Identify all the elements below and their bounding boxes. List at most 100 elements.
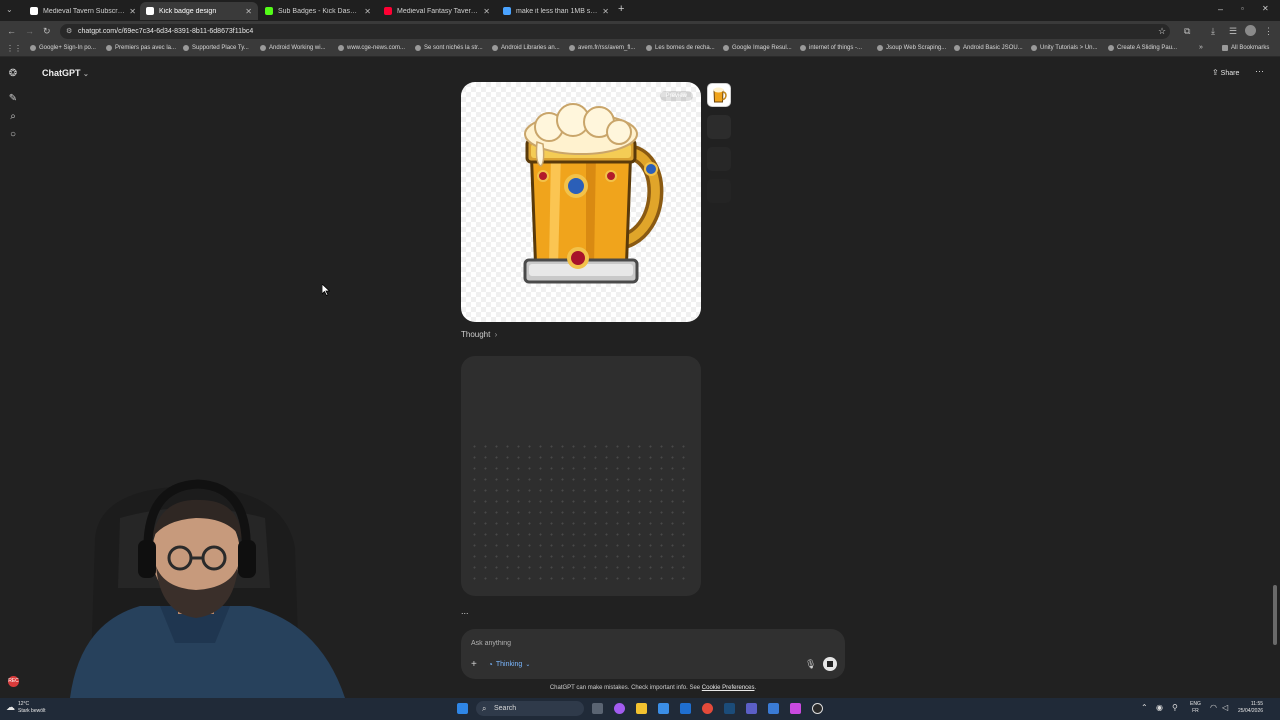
steam-icon[interactable] bbox=[724, 703, 735, 714]
browser-menu-icon[interactable]: ⋮ bbox=[1264, 26, 1273, 37]
tab-sub-badges-kick[interactable]: Sub Badges - Kick Dashboard ✕ bbox=[259, 2, 377, 20]
task-view-icon[interactable] bbox=[592, 703, 603, 714]
thought-toggle[interactable]: Thought › bbox=[461, 330, 497, 339]
scrollbar-thumb[interactable] bbox=[1273, 585, 1277, 645]
reload-icon[interactable]: ↻ bbox=[43, 26, 51, 37]
downloads-icon[interactable]: ⤓ bbox=[1211, 26, 1215, 37]
all-bookmarks-button[interactable]: All Bookmarks bbox=[1222, 45, 1269, 51]
mail-icon[interactable] bbox=[680, 703, 691, 714]
bookmark-favicon-icon bbox=[415, 45, 421, 51]
windows-start-icon[interactable] bbox=[457, 703, 468, 714]
cookie-preferences-link[interactable]: Cookie Preferences bbox=[702, 685, 755, 691]
obs-icon[interactable] bbox=[812, 703, 823, 714]
bookmark-star-icon[interactable]: ☆ bbox=[1158, 24, 1166, 39]
chat-bubble-icon[interactable]: ○ bbox=[7, 129, 19, 141]
store-icon[interactable] bbox=[658, 703, 669, 714]
tab-make-it-less[interactable]: make it less than 1MB size - Gr ✕ bbox=[497, 2, 615, 20]
bookmark-item[interactable]: Android Working wi... bbox=[260, 45, 326, 51]
image-generating-placeholder bbox=[461, 356, 701, 596]
weather-icon[interactable]: ☁ bbox=[6, 702, 15, 713]
tab-medieval-tavern-subscriber[interactable]: Medieval Tavern Subscriber Ba ✕ bbox=[24, 2, 142, 20]
url-text: chatgpt.com/c/69ec7c34-6d34-8391-8b11-6d… bbox=[78, 28, 254, 35]
search-icon[interactable]: ⌕ bbox=[7, 111, 19, 123]
teams-icon[interactable] bbox=[746, 703, 757, 714]
close-tab-icon[interactable]: ✕ bbox=[245, 7, 252, 16]
image-thumbnail-placeholder[interactable] bbox=[707, 179, 731, 203]
chevron-down-icon: ⌄ bbox=[525, 662, 531, 668]
apps-icon[interactable]: ⋮⋮ bbox=[6, 44, 22, 53]
extensions-icon[interactable]: ⧉ bbox=[1184, 26, 1190, 37]
bookmark-item[interactable]: Les bornes de recha... bbox=[646, 45, 715, 51]
stop-generation-button[interactable] bbox=[823, 657, 837, 671]
browser-tab-strip: ⌄ Medieval Tavern Subscriber Ba ✕ Kick b… bbox=[0, 0, 1280, 21]
bookmark-item[interactable]: avem.fr/rss/avem_fl... bbox=[569, 45, 635, 51]
minimize-icon[interactable]: – bbox=[1218, 4, 1223, 14]
bookmark-item[interactable]: Jsoup Web Scraping... bbox=[877, 45, 946, 51]
composer: + ◔ Thinking ⌄ 🎙 bbox=[461, 629, 845, 679]
microphone-icon[interactable]: 🎙 bbox=[805, 659, 816, 670]
bookmark-item[interactable]: Google Image Resul... bbox=[723, 45, 792, 51]
tray-app-icon[interactable]: ◉ bbox=[1156, 703, 1163, 712]
system-clock[interactable]: 11:55 25/04/2026 bbox=[1238, 701, 1263, 715]
taskbar-search[interactable]: ⌕ Search bbox=[476, 701, 584, 716]
tray-overflow-icon[interactable]: ⌃ bbox=[1141, 703, 1148, 712]
forward-icon[interactable]: → bbox=[25, 26, 34, 36]
language-indicator[interactable]: ENG FR bbox=[1190, 701, 1201, 715]
bookmark-favicon-icon bbox=[106, 45, 112, 51]
url-field[interactable]: ⚙ chatgpt.com/c/69ec7c34-6d34-8391-8b11-… bbox=[60, 24, 1170, 39]
more-bookmarks-icon[interactable]: » bbox=[1199, 44, 1203, 51]
thinking-mode-button[interactable]: ◔ Thinking ⌄ bbox=[488, 660, 530, 669]
bookmark-favicon-icon bbox=[877, 45, 883, 51]
image-thumbnail[interactable] bbox=[707, 83, 731, 107]
back-icon[interactable]: ← bbox=[7, 26, 16, 36]
copilot-icon[interactable] bbox=[614, 703, 625, 714]
tab-search-icon[interactable]: ⌄ bbox=[6, 5, 13, 14]
generated-image-card[interactable]: Preview bbox=[461, 82, 701, 322]
wifi-icon[interactable]: ◠ bbox=[1210, 703, 1217, 712]
bookmark-item[interactable]: Create A Sliding Pau... bbox=[1108, 45, 1177, 51]
chrome-icon[interactable] bbox=[702, 703, 713, 714]
app-icon[interactable] bbox=[790, 703, 801, 714]
bookmark-item[interactable]: Google+ Sign-In po... bbox=[30, 45, 96, 51]
bookmark-favicon-icon bbox=[260, 45, 266, 51]
openai-logo-icon[interactable]: ❂ bbox=[7, 68, 19, 80]
more-options-icon[interactable]: ⋯ bbox=[1255, 66, 1264, 77]
file-explorer-icon[interactable] bbox=[636, 703, 647, 714]
reading-list-icon[interactable]: ☰ bbox=[1229, 26, 1237, 37]
close-tab-icon[interactable]: ✕ bbox=[602, 7, 609, 16]
close-tab-icon[interactable]: ✕ bbox=[129, 7, 136, 16]
tab-kick-badge-design[interactable]: Kick badge design ✕ bbox=[140, 2, 258, 20]
new-tab-button[interactable]: + bbox=[618, 3, 624, 15]
bookmark-item[interactable]: Premiers pas avec la... bbox=[106, 45, 176, 51]
bookmark-item[interactable]: Unity Tutorials > Un... bbox=[1031, 45, 1098, 51]
tray-app-icon[interactable]: ⚲ bbox=[1172, 703, 1178, 712]
message-actions-ellipsis[interactable]: ... bbox=[461, 606, 469, 616]
bookmark-item[interactable]: Supported Place Ty... bbox=[183, 45, 249, 51]
volume-icon[interactable]: ◁ bbox=[1222, 703, 1228, 712]
site-info-icon[interactable]: ⚙ bbox=[66, 24, 72, 39]
bookmark-item[interactable]: Se sont nichés la str... bbox=[415, 45, 483, 51]
bookmark-item[interactable]: www.cge-news.com... bbox=[338, 45, 405, 51]
tab-medieval-fantasy-tavern[interactable]: Medieval Fantasy Tavern 3 ✕ bbox=[378, 2, 496, 20]
image-thumbnail-placeholder[interactable] bbox=[707, 147, 731, 171]
bookmark-item[interactable]: Android Basic JSOU... bbox=[954, 45, 1023, 51]
prompt-input[interactable] bbox=[471, 637, 771, 649]
profile-avatar[interactable] bbox=[1245, 25, 1256, 36]
address-bar-row: ← → ↻ ⚙ chatgpt.com/c/69ec7c34-6d34-8391… bbox=[0, 21, 1280, 42]
share-button[interactable]: ⇪ Share bbox=[1212, 68, 1239, 77]
image-thumbnail-placeholder[interactable] bbox=[707, 115, 731, 139]
add-attachment-button[interactable]: + bbox=[471, 659, 477, 670]
weather-widget[interactable]: 12°C Stark bewölt bbox=[18, 701, 46, 715]
close-tab-icon[interactable]: ✕ bbox=[364, 7, 371, 16]
close-window-icon[interactable]: ✕ bbox=[1262, 4, 1269, 13]
maximize-icon[interactable]: ▫ bbox=[1241, 4, 1244, 13]
close-tab-icon[interactable]: ✕ bbox=[483, 7, 490, 16]
webcam-overlay bbox=[0, 478, 355, 698]
bookmark-item[interactable]: Android Libraries an... bbox=[492, 45, 560, 51]
model-selector[interactable]: ChatGPT ⌄ bbox=[42, 68, 89, 78]
new-chat-icon[interactable]: ✎ bbox=[7, 93, 19, 105]
bookmark-item[interactable]: internet of things -... bbox=[800, 45, 862, 51]
app-icon[interactable] bbox=[768, 703, 779, 714]
bookmark-favicon-icon bbox=[1031, 45, 1037, 51]
mouse-cursor-icon bbox=[322, 284, 330, 296]
